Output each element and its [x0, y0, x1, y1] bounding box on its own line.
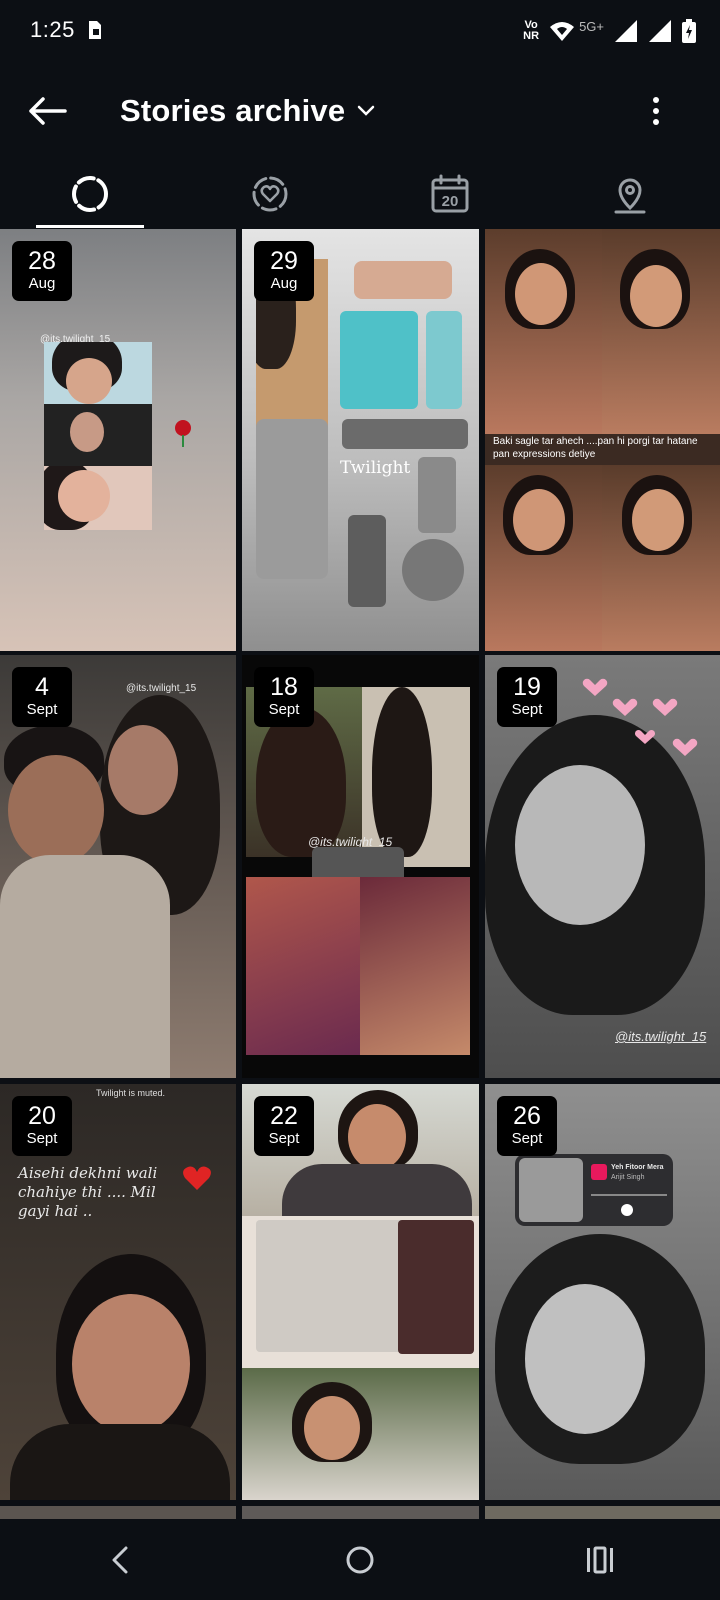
- story-tile[interactable]: @its.twilight_15 28 Aug: [0, 229, 236, 651]
- story-photo: [242, 1368, 479, 1500]
- network-type: 5G+: [579, 18, 604, 34]
- signal-icon: [615, 20, 637, 42]
- date-badge: 20 Sept: [12, 1096, 72, 1156]
- active-tab-indicator: [36, 225, 144, 228]
- story-photo: [256, 1220, 406, 1352]
- tab-stories[interactable]: [0, 160, 180, 228]
- date-badge: 28 Aug: [12, 241, 72, 301]
- date-badge: 29 Aug: [254, 241, 314, 301]
- arrow-left-icon: [29, 97, 67, 125]
- date-badge: 4 Sept: [12, 667, 72, 727]
- story-caption: Twilight: [340, 458, 411, 478]
- story-photo: [246, 877, 360, 1055]
- muted-notice: Twilight is muted.: [96, 1088, 166, 1098]
- svg-text:20: 20: [442, 193, 459, 210]
- story-tile[interactable]: Baki sagle tar ahech ....pan hi porgi ta…: [485, 229, 720, 651]
- system-nav-bar: [0, 1520, 720, 1600]
- story-photo: [602, 229, 720, 434]
- date-badge: 22 Sept: [254, 1096, 314, 1156]
- story-photo: [485, 229, 602, 434]
- story-caption: Aisehi dekhni wali chahiye thi .... Mil …: [18, 1164, 158, 1220]
- story-photo: [340, 311, 418, 409]
- date-badge: 18 Sept: [254, 667, 314, 727]
- nav-back-button[interactable]: [75, 1530, 165, 1590]
- app-header: Stories archive: [0, 64, 720, 160]
- story-tile[interactable]: Yeh Fitoor Mera Arijit Singh 26 Sept: [485, 1084, 720, 1500]
- story-tile[interactable]: @its.twilight_15 19 Sept: [485, 655, 720, 1078]
- heart-ring-icon: [252, 176, 288, 212]
- nav-home-icon: [346, 1546, 374, 1574]
- music-artist: Arijit Singh: [611, 1174, 645, 1181]
- story-photo: [360, 877, 470, 1055]
- story-tile[interactable]: Twilight is muted. Aisehi dekhni wali ch…: [0, 1084, 236, 1500]
- tab-highlights[interactable]: [180, 160, 360, 228]
- heart-sticker: [183, 1166, 211, 1190]
- nav-recents-button[interactable]: [555, 1530, 645, 1590]
- volte-icon: Vo NR: [523, 19, 540, 42]
- hearts-sticker: [582, 678, 698, 756]
- chevron-down-icon: [358, 105, 375, 116]
- story-tile[interactable]: @its.twilight_15 4 Sept: [0, 655, 236, 1078]
- music-sticker: Yeh Fitoor Mera Arijit Singh: [515, 1154, 673, 1226]
- music-title: Yeh Fitoor Mera: [611, 1164, 664, 1171]
- story-tile[interactable]: Twilight 29 Aug: [242, 229, 479, 651]
- story-tile[interactable]: [242, 1506, 479, 1519]
- story-caption: @its.twilight_15: [615, 1029, 707, 1044]
- archive-tabs: 20: [0, 160, 720, 228]
- story-photo: [44, 404, 152, 466]
- story-tile[interactable]: [0, 1506, 236, 1519]
- status-bar: 1:25 Vo NR 5G+: [0, 0, 720, 64]
- more-vertical-icon: [653, 97, 659, 125]
- story-caption: Baki sagle tar ahech ....pan hi porgi ta…: [493, 436, 698, 460]
- tab-map[interactable]: [540, 160, 720, 228]
- story-tile[interactable]: 22 Sept: [242, 1084, 479, 1500]
- story-caption: @its.twilight_15: [126, 683, 197, 694]
- nav-home-button[interactable]: [315, 1530, 405, 1590]
- story-photo: [426, 311, 462, 409]
- map-pin-icon: [614, 178, 646, 214]
- story-photo: [348, 515, 386, 607]
- story-photo: [342, 419, 468, 449]
- story-photo: [44, 466, 152, 530]
- date-badge: 19 Sept: [497, 667, 557, 727]
- story-photo: [402, 539, 464, 601]
- nav-recents-icon: [587, 1546, 613, 1574]
- battery-icon: [682, 19, 696, 43]
- wifi-icon: [550, 22, 575, 41]
- status-time: 1:25: [30, 17, 75, 42]
- stories-grid: @its.twilight_15 28 Aug Twilight 29 Aug …: [0, 229, 720, 1519]
- story-photo: [256, 419, 328, 579]
- story-ring-icon: [72, 176, 108, 212]
- story-photo: [485, 465, 602, 651]
- story-photo: [354, 261, 452, 299]
- sim-card-icon: [89, 21, 101, 39]
- tab-calendar[interactable]: 20: [360, 160, 540, 228]
- title-dropdown[interactable]: Stories archive: [120, 88, 375, 134]
- date-badge: 26 Sept: [497, 1096, 557, 1156]
- signal-icon: [649, 20, 671, 42]
- more-options-button[interactable]: [636, 88, 676, 134]
- rose-icon: [175, 420, 191, 447]
- story-photo: [602, 465, 720, 651]
- status-icons: Vo NR 5G+: [523, 18, 696, 44]
- story-tile[interactable]: [485, 1506, 720, 1519]
- story-photo: [418, 457, 456, 533]
- back-button[interactable]: [24, 88, 70, 134]
- story-photo: [44, 342, 152, 404]
- story-photo: [398, 1220, 474, 1354]
- calendar-icon: 20: [431, 174, 469, 213]
- page-title: Stories archive: [120, 93, 346, 128]
- story-tile[interactable]: @its.twilight_15 18 Sept: [242, 655, 479, 1078]
- nav-back-icon: [112, 1546, 128, 1574]
